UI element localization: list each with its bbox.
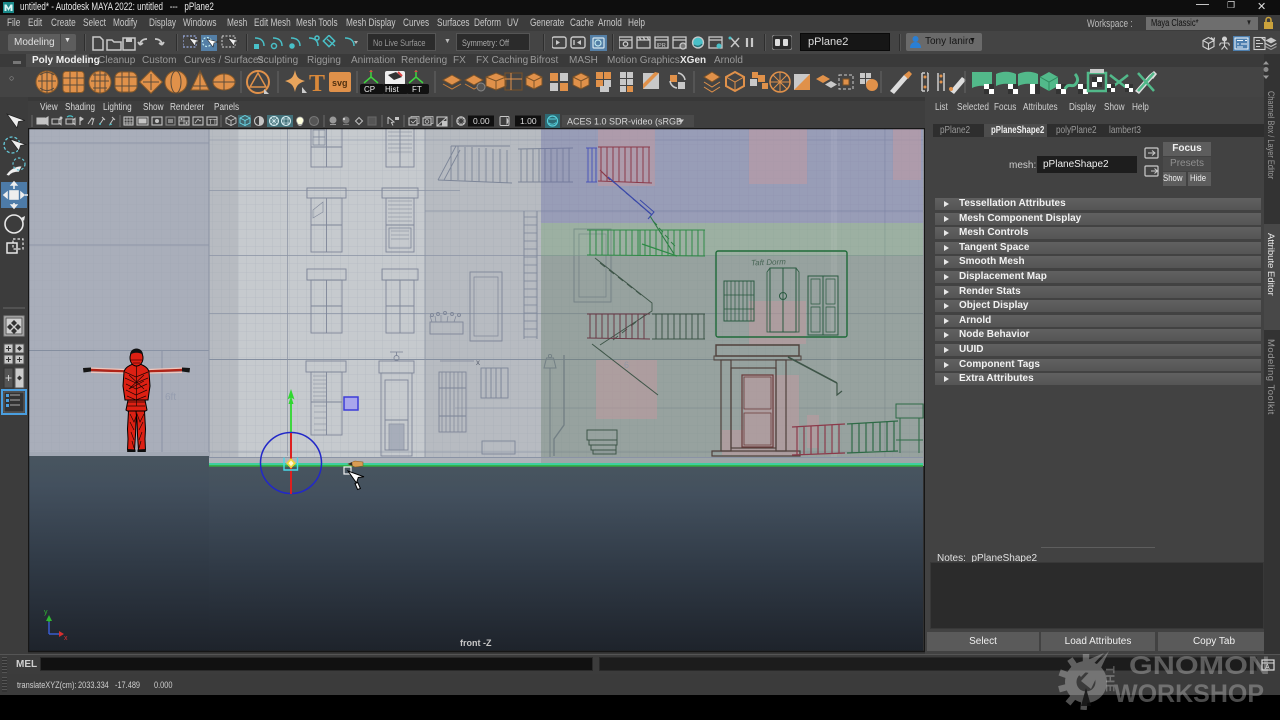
svg-text:1.00: 1.00	[520, 116, 537, 126]
svg-text:x: x	[476, 358, 480, 367]
svg-text:Hist: Hist	[385, 85, 400, 94]
svg-text:T: T	[309, 71, 325, 97]
svg-text:0.00: 0.00	[473, 116, 490, 126]
svg-text:y: y	[44, 609, 48, 616]
svg-text:front -Z: front -Z	[460, 638, 492, 648]
svg-text:CP: CP	[364, 85, 375, 94]
svg-text:IPR: IPR	[657, 43, 666, 49]
svg-text:6ft: 6ft	[165, 392, 176, 403]
svg-text:Taft Dorm: Taft Dorm	[751, 257, 786, 267]
svg-text:6: 6	[624, 360, 629, 370]
svg-text:x: x	[64, 635, 68, 642]
svg-text:WORKSHOP: WORKSHOP	[1114, 680, 1264, 708]
svg-text:TT: TT	[209, 119, 218, 126]
svg-text:ACES 1.0 SDR-video (sRGB: ACES 1.0 SDR-video (sRGB	[567, 117, 682, 127]
svg-text:svg: svg	[332, 78, 348, 88]
svg-text:FT: FT	[412, 85, 422, 94]
svg-text:GNOMON: GNOMON	[1129, 652, 1270, 680]
